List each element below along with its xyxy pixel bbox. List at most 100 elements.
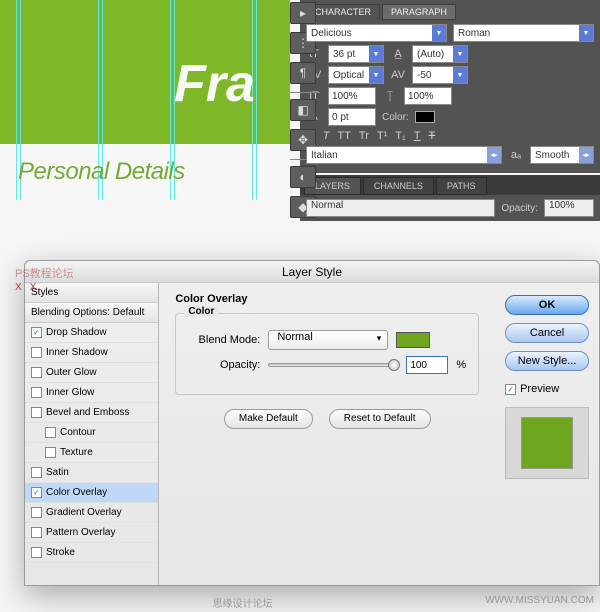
antialias-dropdown[interactable]: Smooth◂▸ <box>530 146 594 164</box>
layer-blend-mode-dropdown[interactable]: Normal <box>306 199 495 217</box>
layers-panel: LAYERS CHANNELS PATHS Normal Opacity: 10… <box>300 175 600 221</box>
style-checkbox[interactable] <box>31 467 42 478</box>
font-style-dropdown[interactable]: Roman▼ <box>453 24 594 42</box>
underline-button[interactable]: T <box>414 130 421 142</box>
canvas-headline-text: Fra <box>174 54 255 114</box>
panel-dock: ▸ ⋮ ¶ ◧ ✥ ◐ ◆ CHARACTER PARAGRAPH Delici… <box>300 0 600 221</box>
faux-italic-button[interactable]: T <box>323 130 330 142</box>
section-title-text: Personal Details <box>18 158 185 186</box>
allcaps-button[interactable]: TT <box>337 130 350 142</box>
style-checkbox[interactable] <box>45 447 56 458</box>
kerning-field[interactable]: Optical▼ <box>328 66 384 84</box>
styles-list: Styles Blending Options: Default ✓ Drop S… <box>25 283 159 585</box>
style-checkbox[interactable]: ✓ <box>31 327 42 338</box>
style-label: Contour <box>60 427 96 438</box>
blend-mode-dropdown[interactable]: Normal <box>268 330 388 350</box>
smallcaps-button[interactable]: Tr <box>359 130 369 142</box>
color-group: Color Blend Mode: Normal Opacity: % <box>175 313 479 395</box>
style-label: Drop Shadow <box>46 327 107 338</box>
tracking-icon: AV <box>390 69 406 81</box>
style-item-stroke[interactable]: Stroke <box>25 543 158 563</box>
antialias-icon: aₐ <box>508 149 524 161</box>
style-checkbox[interactable] <box>31 387 42 398</box>
page-footer: 思缘设计论坛 WWW.MISSYUAN.COM <box>0 595 600 610</box>
subscript-button[interactable]: T₁ <box>395 130 405 142</box>
ok-button[interactable]: OK <box>505 295 589 315</box>
style-checkbox[interactable] <box>31 507 42 518</box>
text-color-swatch[interactable] <box>415 111 435 123</box>
layer-opacity-label: Opacity: <box>501 203 538 214</box>
blending-options-header[interactable]: Blending Options: Default <box>25 303 158 323</box>
dialog-titlebar[interactable]: Layer Style PS教程论坛 XX <box>25 261 599 283</box>
style-checkbox[interactable] <box>45 427 56 438</box>
vertical-scale-field[interactable] <box>328 87 376 105</box>
opacity-slider[interactable] <box>268 363 398 367</box>
tracking-field[interactable]: -50▼ <box>412 66 468 84</box>
make-default-button[interactable]: Make Default <box>224 409 313 429</box>
style-item-outer-glow[interactable]: Outer Glow <box>25 363 158 383</box>
horizontal-scale-field[interactable] <box>404 87 452 105</box>
style-item-texture[interactable]: Texture <box>25 443 158 463</box>
style-label: Satin <box>46 467 69 478</box>
layer-opacity-field[interactable]: 100% <box>544 199 594 217</box>
opacity-input[interactable] <box>406 356 448 374</box>
style-item-inner-glow[interactable]: Inner Glow <box>25 383 158 403</box>
tool-icon[interactable]: ◧ <box>290 99 316 121</box>
font-size-field[interactable]: 36 pt▼ <box>328 45 384 63</box>
language-dropdown[interactable]: Italian◂▸ <box>306 146 502 164</box>
reset-default-button[interactable]: Reset to Default <box>329 409 431 429</box>
style-label: Stroke <box>46 547 75 558</box>
overlay-color-swatch[interactable] <box>396 332 430 348</box>
preview-checkbox[interactable]: ✓ <box>505 384 516 395</box>
canvas-green-area: Fra <box>0 0 290 144</box>
tool-icon[interactable]: ¶ <box>290 62 316 84</box>
style-checkbox[interactable] <box>31 547 42 558</box>
group-legend: Color <box>184 306 218 317</box>
font-family-dropdown[interactable]: Delicious▼ <box>306 24 447 42</box>
style-label: Gradient Overlay <box>46 507 122 518</box>
slider-thumb[interactable] <box>388 359 400 371</box>
style-item-inner-shadow[interactable]: Inner Shadow <box>25 343 158 363</box>
style-item-bevel-and-emboss[interactable]: Bevel and Emboss <box>25 403 158 423</box>
style-checkbox[interactable] <box>31 527 42 538</box>
footer-right: WWW.MISSYUAN.COM <box>485 595 594 606</box>
style-item-gradient-overlay[interactable]: Gradient Overlay <box>25 503 158 523</box>
new-style-button[interactable]: New Style... <box>505 351 589 371</box>
style-item-contour[interactable]: Contour <box>25 423 158 443</box>
style-label: Outer Glow <box>46 367 97 378</box>
leading-icon: A̲ <box>390 48 406 60</box>
leading-field[interactable]: (Auto)▼ <box>412 45 468 63</box>
tab-paragraph[interactable]: PARAGRAPH <box>382 4 456 20</box>
preview-swatch <box>521 417 573 469</box>
dialog-title: Layer Style <box>282 265 342 279</box>
tab-channels[interactable]: CHANNELS <box>363 177 434 195</box>
style-item-color-overlay[interactable]: ✓ Color Overlay <box>25 483 158 503</box>
section-title: Color Overlay <box>175 293 479 305</box>
tool-icon[interactable]: ▸ <box>290 2 316 24</box>
styles-header[interactable]: Styles <box>25 283 158 303</box>
style-item-drop-shadow[interactable]: ✓ Drop Shadow <box>25 323 158 343</box>
baseline-shift-field[interactable] <box>328 108 376 126</box>
tab-paths[interactable]: PATHS <box>436 177 487 195</box>
tool-icon[interactable]: ◐ <box>290 166 316 188</box>
style-label: Bevel and Emboss <box>46 407 129 418</box>
style-checkbox[interactable] <box>31 347 42 358</box>
style-label: Inner Glow <box>46 387 94 398</box>
canvas-white-area: Personal Details <box>0 144 290 200</box>
strikethrough-button[interactable]: Ŧ <box>428 130 435 142</box>
style-item-satin[interactable]: Satin <box>25 463 158 483</box>
hscale-icon: ꓄ <box>382 89 398 104</box>
style-checkbox[interactable] <box>31 367 42 378</box>
style-label: Color Overlay <box>46 487 107 498</box>
footer-center: 思缘设计论坛 <box>213 599 273 610</box>
superscript-button[interactable]: T¹ <box>377 130 387 142</box>
style-checkbox[interactable] <box>31 407 42 418</box>
character-panel: CHARACTER PARAGRAPH Delicious▼ Roman▼ tT… <box>300 0 600 173</box>
effect-settings: Color Overlay Color Blend Mode: Normal O… <box>159 283 495 585</box>
watermark-xx: XX <box>15 277 44 299</box>
style-label: Inner Shadow <box>46 347 108 358</box>
cancel-button[interactable]: Cancel <box>505 323 589 343</box>
style-label: Pattern Overlay <box>46 527 115 538</box>
style-item-pattern-overlay[interactable]: Pattern Overlay <box>25 523 158 543</box>
style-checkbox[interactable]: ✓ <box>31 487 42 498</box>
